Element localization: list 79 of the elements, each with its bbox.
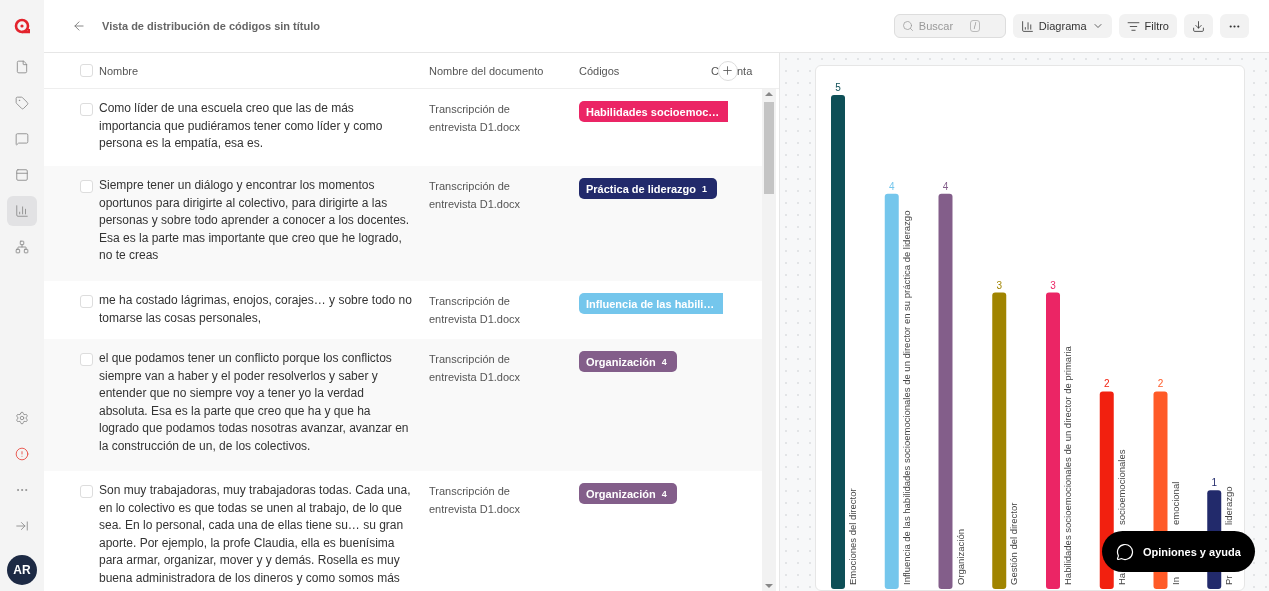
- column-header: Nombre: [99, 64, 139, 77]
- axis-label: liderazgo: [1223, 486, 1235, 525]
- user-avatar[interactable]: AR: [7, 555, 37, 585]
- axis-label: Gestión del director: [1008, 502, 1020, 585]
- view-dropdown[interactable]: Diagrama: [1012, 14, 1112, 38]
- document-name: Transcripción de entrevista D1.docx: [429, 294, 522, 327]
- value-label: 2: [1103, 378, 1110, 390]
- value-label: 4: [888, 180, 895, 192]
- scroll-down-icon[interactable]: [765, 584, 773, 588]
- row-checkbox[interactable]: [80, 180, 93, 193]
- value-label: 5: [835, 82, 841, 93]
- code-tag[interactable]: Práctica de liderazgo 1: [579, 178, 718, 199]
- value-label: 3: [996, 279, 1003, 291]
- code-count: 4: [661, 488, 667, 499]
- row-checkbox[interactable]: [80, 295, 93, 308]
- quote-text: Como líder de una escuela creo que las de más importancia que pudiéramos tener como líder y como persona es la empatía, esa es.: [99, 100, 384, 153]
- axis-label: Ha: [1115, 572, 1127, 585]
- download-button[interactable]: [1184, 14, 1213, 38]
- value-label: 1: [1211, 477, 1218, 489]
- shortcut-key: /: [969, 20, 981, 32]
- column-header: Nombre del documento: [429, 64, 544, 77]
- add-column-button[interactable]: [717, 60, 738, 81]
- sidebar-item[interactable]: [7, 196, 37, 226]
- row-checkbox[interactable]: [80, 103, 93, 116]
- quote-text: Siempre tener un diálogo y encontrar los momentos oportunos para dirigirte al colectivo, para dirigirte a las personas y sobre todo aprender a conocer a los docentes. Esa es la parte mas importante que creo que he logrado, no te creas: [99, 177, 411, 265]
- axis-label: Habilidades socioemocionales de un director de primaria: [1062, 346, 1073, 585]
- arrow-right-icon: [15, 519, 29, 533]
- row-checkbox[interactable]: [80, 353, 93, 366]
- code-count: 1: [702, 183, 708, 194]
- scroll-thumb[interactable]: [764, 102, 774, 194]
- document-icon: [15, 60, 29, 74]
- code-tag[interactable]: Habilidades socioemoc…: [579, 101, 726, 122]
- quote-text: el que podamos tener un conflicto porque los conflictos siempre van a haber y el poder resolverlos y saber y entender que no siempre voy a tener yo la verdad absoluta. Esa es la parte que creo que ha y que ha logrado que podamos todas nosotras avanzar, avanzar en la construcción de un, de los colectivos.: [99, 350, 410, 455]
- alert-icon: [15, 447, 29, 461]
- network-icon: [15, 240, 29, 254]
- filter-button[interactable]: Filtro: [1118, 14, 1177, 38]
- axis-label: Influencia de las habilidades socioemocionales de un director en su práctica de liderazgo: [900, 210, 912, 585]
- axis-label: Pr: [1223, 575, 1235, 585]
- back-button[interactable]: [72, 19, 86, 33]
- scrollbar[interactable]: [762, 89, 776, 591]
- board-icon: [15, 168, 29, 182]
- document-name: Transcripción de entrevista D1.docx: [429, 484, 522, 517]
- filter-icon: [1126, 19, 1140, 33]
- column-header: C: [711, 64, 719, 77]
- more-button[interactable]: [1220, 14, 1249, 38]
- value-label: 3: [1050, 279, 1056, 291]
- code-tag[interactable]: Organización 4: [579, 483, 677, 504]
- code-count: 4: [661, 356, 667, 367]
- quote-text: me ha costado lágrimas, enojos, corajes… y sobre todo no tomarse las cosas personales,: [99, 292, 412, 327]
- column-header: Códigos: [579, 64, 620, 77]
- bar-chart-icon: [15, 204, 29, 218]
- document-name: Transcripción de entrevista D1.docx: [429, 102, 522, 135]
- document-name: Transcripción de entrevista D1.docx: [429, 179, 522, 212]
- bar-chart-icon: [1020, 19, 1034, 33]
- axis-label: emocional: [1169, 481, 1181, 525]
- row-checkbox[interactable]: [80, 485, 93, 498]
- axis-label: In: [1169, 577, 1181, 585]
- chat-icon: [1116, 542, 1134, 561]
- page-title: Vista de distribución de códigos sin título: [102, 20, 320, 32]
- feedback-button[interactable]: Opiniones y ayuda: [1102, 531, 1255, 572]
- axis-label: Emociones del director: [847, 488, 858, 585]
- search-input[interactable]: Buscar: [918, 20, 965, 32]
- select-all-checkbox[interactable]: [80, 64, 93, 77]
- tag-icon: [15, 96, 29, 110]
- quote-text: Son muy trabajadoras, muy trabajadoras todas. Cada una, en lo colectivo es que todas se unen al trabajo, de lo que sea. En lo personal, cada una de ellas tiene su… su gran aporte. Por ejemplo, la profe Claudia, ella es buenísima para armar, organizar, mover y y demás. Rosella es muy buena administradora de los dineros y como somos más: [99, 482, 412, 587]
- axis-label: socioemocionales: [1115, 449, 1127, 525]
- axis-label: Organización: [954, 529, 966, 585]
- search-icon: [901, 20, 914, 32]
- plus-icon: [721, 64, 735, 77]
- value-label: 4: [942, 180, 949, 192]
- settings-icon: [15, 411, 29, 425]
- logo-icon[interactable]: [14, 18, 30, 34]
- comment-icon: [15, 132, 29, 146]
- value-label: 2: [1157, 378, 1164, 390]
- download-icon: [1192, 19, 1205, 33]
- document-name: Transcripción de entrevista D1.docx: [429, 352, 522, 385]
- code-tag[interactable]: Organización 4: [579, 351, 677, 372]
- scroll-up-icon[interactable]: [765, 92, 773, 96]
- column-header: nta: [736, 64, 753, 77]
